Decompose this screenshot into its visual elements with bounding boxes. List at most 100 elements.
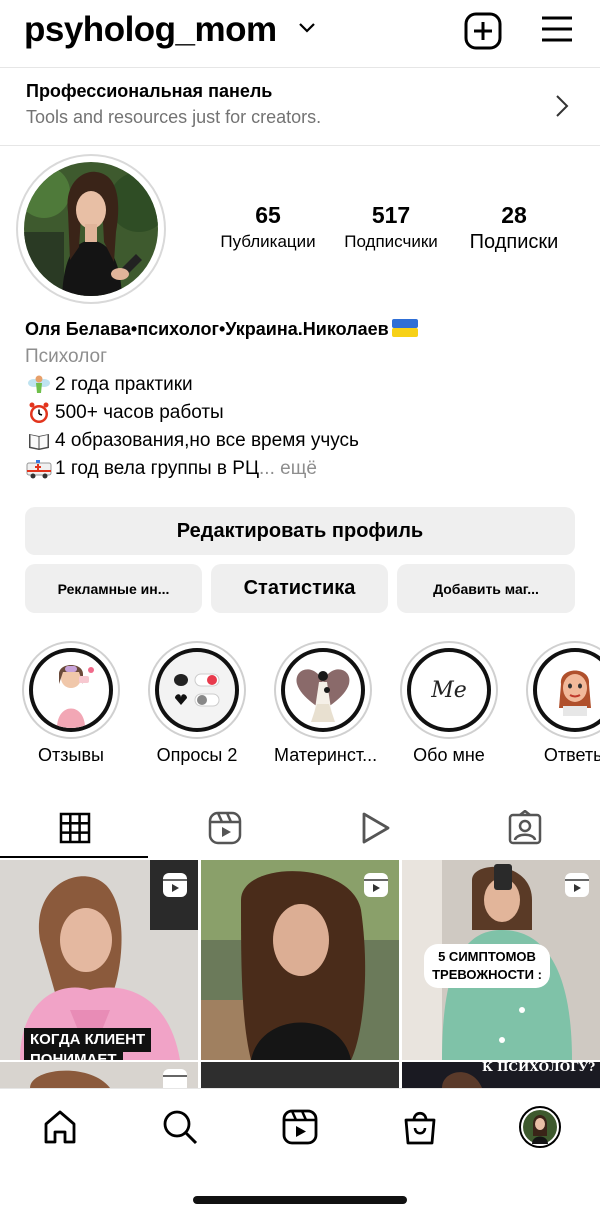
reels-icon bbox=[282, 1109, 318, 1145]
grid-post[interactable] bbox=[0, 1062, 198, 1088]
bio-line: 2 года практики bbox=[25, 371, 585, 399]
active-tab-indicator bbox=[0, 856, 148, 858]
highlight-cover bbox=[281, 648, 365, 732]
grid-icon bbox=[59, 812, 91, 844]
add-shop-button[interactable]: Добавить маг... bbox=[397, 564, 575, 613]
grid-post[interactable] bbox=[201, 1062, 399, 1088]
tab-grid[interactable] bbox=[0, 798, 150, 858]
chevron-right-icon bbox=[556, 95, 569, 117]
following-label: Подписки bbox=[469, 231, 559, 253]
open-book-emoji-icon bbox=[25, 428, 53, 454]
statistics-button[interactable]: Статистика bbox=[211, 564, 388, 613]
bio-line-text: 2 года практики bbox=[55, 374, 193, 395]
highlight-ring bbox=[22, 641, 120, 739]
ukraine-flag-icon bbox=[391, 319, 418, 337]
grid-post[interactable]: 5 СИМПТОМОВ ТРЕВОЖНОСТИ : bbox=[402, 860, 600, 1060]
highlight-reviews[interactable]: Отзывы bbox=[22, 641, 120, 766]
reel-badge-icon bbox=[565, 873, 589, 897]
profile-avatar[interactable] bbox=[24, 162, 158, 296]
bio-line: 1 год вела группы в РЦ... ещё bbox=[25, 455, 585, 483]
highlight-label: Материнст... bbox=[274, 745, 378, 765]
posts-count: 65 bbox=[255, 202, 281, 228]
highlight-about-me[interactable]: Me Обо мне bbox=[400, 641, 498, 766]
posts-label: Публикации bbox=[220, 232, 316, 251]
fairy-emoji-icon bbox=[25, 372, 53, 398]
bio-line-text: 500+ часов работы bbox=[55, 402, 224, 423]
play-icon bbox=[362, 812, 390, 844]
bio-line-text: 1 год вела группы в РЦ bbox=[55, 458, 260, 479]
highlight-cover bbox=[155, 648, 239, 732]
post-caption: КОГДА КЛИЕНТ bbox=[24, 1028, 152, 1052]
bio-section: Оля Белава•психолог•Украина.Николаев Пси… bbox=[25, 315, 585, 483]
alarm-clock-emoji-icon bbox=[25, 400, 53, 426]
nav-profile[interactable] bbox=[518, 1105, 562, 1149]
reel-badge-icon bbox=[163, 1069, 187, 1088]
tab-videos[interactable] bbox=[300, 798, 450, 858]
nav-reels[interactable] bbox=[280, 1107, 320, 1147]
highlight-label: Ответы bbox=[543, 745, 600, 765]
tagged-user-icon bbox=[508, 810, 542, 845]
ambulance-emoji-icon bbox=[25, 456, 53, 482]
ad-tools-button[interactable]: Рекламные ин... bbox=[25, 564, 202, 613]
profile-name-text: Оля Белава•психолог•Украина.Николаев bbox=[25, 319, 389, 339]
professional-dashboard[interactable]: Профессиональная панель Tools and resour… bbox=[0, 68, 600, 145]
reels-icon bbox=[208, 811, 242, 845]
reel-badge-icon bbox=[364, 873, 388, 897]
stat-posts[interactable]: 65 Публикации bbox=[212, 200, 324, 254]
nav-search[interactable] bbox=[160, 1107, 200, 1147]
highlight-motherhood[interactable]: Материнст... bbox=[274, 641, 378, 766]
edit-profile-button[interactable]: Редактировать профиль bbox=[25, 507, 575, 555]
more-link[interactable]: ... ещё bbox=[259, 455, 317, 483]
profile-name: Оля Белава•психолог•Украина.Николаев bbox=[25, 315, 585, 343]
home-icon bbox=[44, 1110, 76, 1144]
create-plus-icon[interactable] bbox=[464, 12, 502, 50]
highlight-polls[interactable]: Опросы 2 bbox=[148, 641, 246, 766]
highlight-ring bbox=[274, 641, 372, 739]
profile-category: Психолог bbox=[25, 346, 108, 367]
followers-label: Подписчики bbox=[344, 232, 438, 251]
shopping-bag-icon bbox=[404, 1111, 436, 1145]
username[interactable]: psyholog_mom bbox=[24, 10, 277, 50]
profile-avatar-small bbox=[519, 1106, 561, 1148]
nav-shop[interactable] bbox=[400, 1107, 440, 1147]
grid-post[interactable]: К ПСИХОЛОГУ? bbox=[402, 1062, 600, 1088]
highlight-ring: Me bbox=[400, 641, 498, 739]
pro-panel-subtitle: Tools and resources just for creators. bbox=[26, 107, 322, 127]
search-icon bbox=[163, 1110, 198, 1145]
stat-following[interactable]: 28 Подписки bbox=[458, 200, 570, 254]
profile-tabs bbox=[0, 798, 600, 860]
post-caption-bubble: 5 СИМПТОМОВ ТРЕВОЖНОСТИ : bbox=[424, 944, 550, 988]
post-caption: ПОНИМАЕТ bbox=[24, 1050, 123, 1060]
nav-home[interactable] bbox=[40, 1107, 80, 1147]
highlight-answers[interactable]: Ответы bbox=[526, 641, 600, 766]
highlight-cover: Me bbox=[407, 648, 491, 732]
highlight-label: Отзывы bbox=[38, 745, 104, 765]
highlight-ring bbox=[148, 641, 246, 739]
highlight-cover-text: Me bbox=[431, 677, 467, 703]
home-indicator bbox=[193, 1196, 407, 1204]
grid-post[interactable]: КОГДА КЛИЕНТ ПОНИМАЕТ bbox=[0, 860, 198, 1060]
bio-line-text: 4 образования,но все время учусь bbox=[55, 430, 359, 451]
stat-followers[interactable]: 517 Подписчики bbox=[335, 200, 447, 254]
chevron-down-icon[interactable] bbox=[298, 22, 316, 34]
bio-line: 500+ часов работы bbox=[25, 399, 585, 427]
panel-divider bbox=[0, 145, 600, 146]
post-caption-line: 5 СИМПТОМОВ bbox=[438, 949, 536, 964]
highlight-label: Опросы 2 bbox=[156, 745, 238, 765]
highlight-cover bbox=[533, 648, 600, 732]
post-caption: К ПСИХОЛОГУ? bbox=[482, 1062, 596, 1074]
following-count: 28 bbox=[501, 202, 527, 228]
tab-tagged[interactable] bbox=[450, 798, 600, 858]
bio-line: 4 образования,но все время учусь bbox=[25, 427, 585, 455]
menu-icon[interactable] bbox=[540, 14, 574, 44]
tab-reels[interactable] bbox=[150, 798, 300, 858]
pro-panel-title: Профессиональная панель bbox=[26, 81, 273, 101]
grid-post[interactable] bbox=[201, 860, 399, 1060]
reel-badge-icon bbox=[163, 873, 187, 897]
post-caption-line: ТРЕВОЖНОСТИ : bbox=[432, 967, 542, 982]
highlight-ring bbox=[526, 641, 600, 739]
highlight-label: Обо мне bbox=[413, 745, 485, 765]
followers-count: 517 bbox=[371, 202, 411, 228]
highlight-cover bbox=[29, 648, 113, 732]
profile-header: psyholog_mom bbox=[0, 0, 600, 64]
